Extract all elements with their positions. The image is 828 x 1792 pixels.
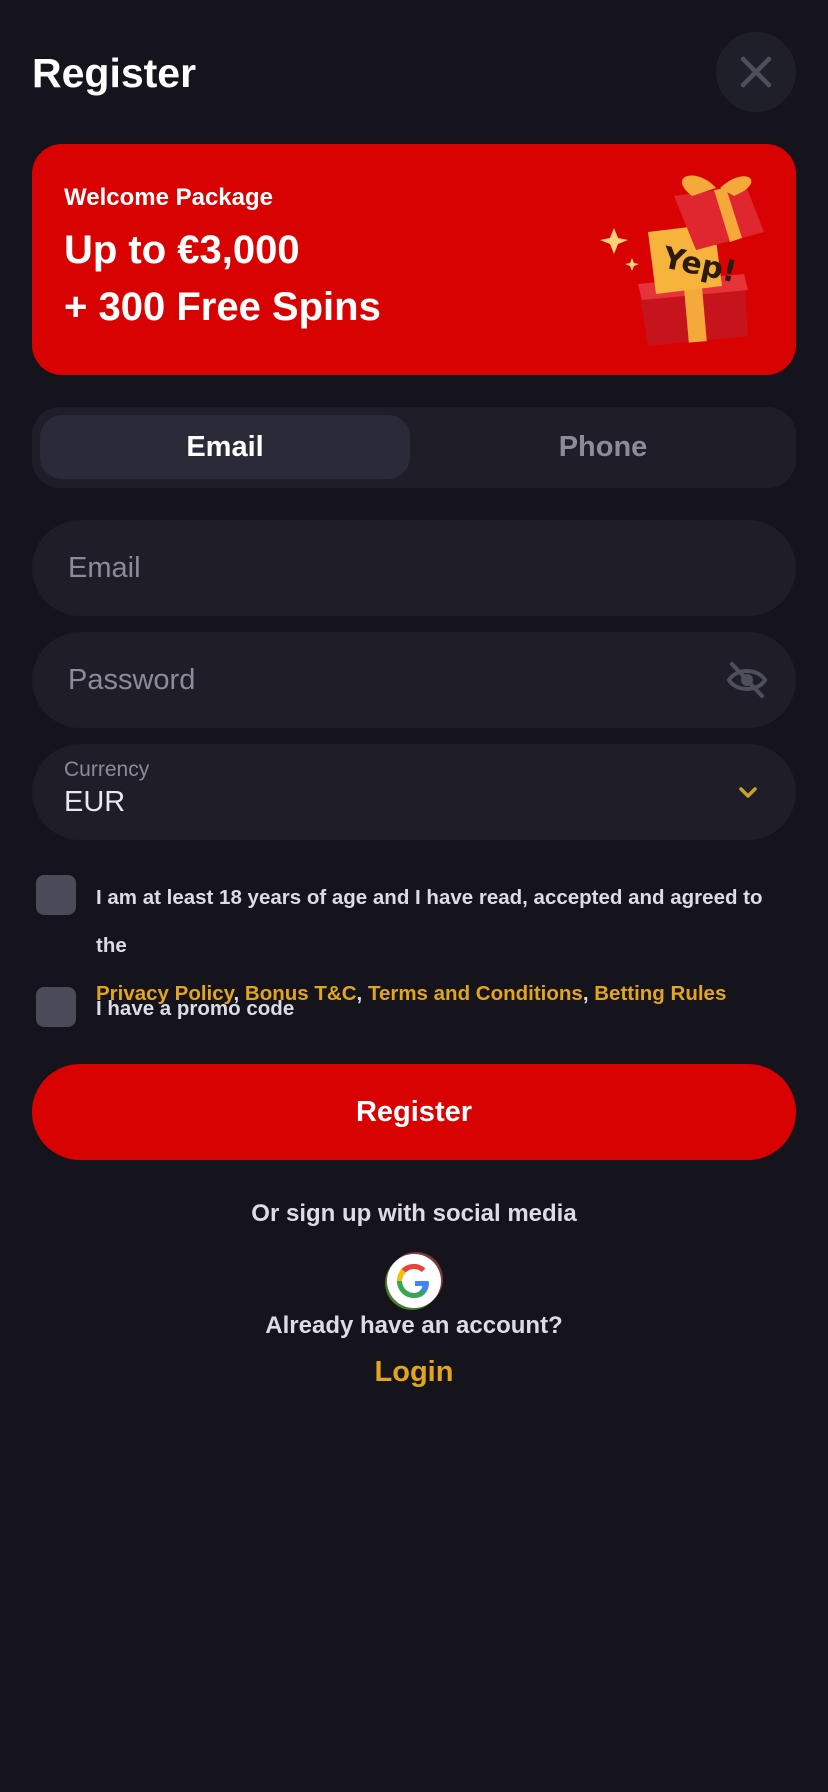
promo-code-checkbox[interactable] xyxy=(36,987,76,1027)
close-icon xyxy=(740,56,772,88)
betting-rules-link[interactable]: Betting Rules xyxy=(594,982,726,1005)
signup-method-tabs: Email Phone xyxy=(32,407,796,488)
tab-phone[interactable]: Phone xyxy=(418,415,788,479)
banner-bonus-amount: Up to €3,000 xyxy=(64,228,300,272)
password-field-wrapper xyxy=(32,632,796,728)
terms-conditions-link[interactable]: Terms and Conditions xyxy=(368,982,583,1005)
banner-subtitle: Welcome Package xyxy=(64,184,274,211)
separator: , xyxy=(582,982,589,1005)
register-button[interactable]: Register xyxy=(32,1064,796,1160)
login-prompt: Already have an account? xyxy=(265,1312,563,1339)
page-title: Register xyxy=(32,50,197,96)
banner-free-spins: + 300 Free Spins xyxy=(64,285,381,329)
consent-statement: I am at least 18 years of age and I have… xyxy=(96,886,763,957)
chevron-down-icon xyxy=(739,787,757,798)
password-field[interactable] xyxy=(68,632,708,728)
promo-code-label[interactable]: I have a promo code xyxy=(96,997,294,1021)
email-field-wrapper xyxy=(32,520,796,616)
login-link[interactable]: Login xyxy=(0,1356,828,1389)
google-icon[interactable] xyxy=(384,1251,444,1311)
currency-label: Currency xyxy=(64,758,150,781)
currency-value: EUR xyxy=(64,786,126,818)
age-consent-checkbox[interactable] xyxy=(36,875,76,915)
eye-off-icon[interactable] xyxy=(726,660,768,700)
email-field[interactable] xyxy=(68,520,708,616)
currency-select[interactable]: Currency EUR xyxy=(32,744,796,840)
tab-email[interactable]: Email xyxy=(40,415,410,479)
close-button[interactable] xyxy=(716,32,796,112)
header: Register xyxy=(32,32,796,112)
social-signup-text: Or sign up with social media xyxy=(251,1200,577,1227)
gift-box-icon: Yep! xyxy=(600,175,764,346)
welcome-banner[interactable]: Welcome Package Up to €3,000 + 300 Free … xyxy=(32,144,796,375)
separator: , xyxy=(356,982,363,1005)
